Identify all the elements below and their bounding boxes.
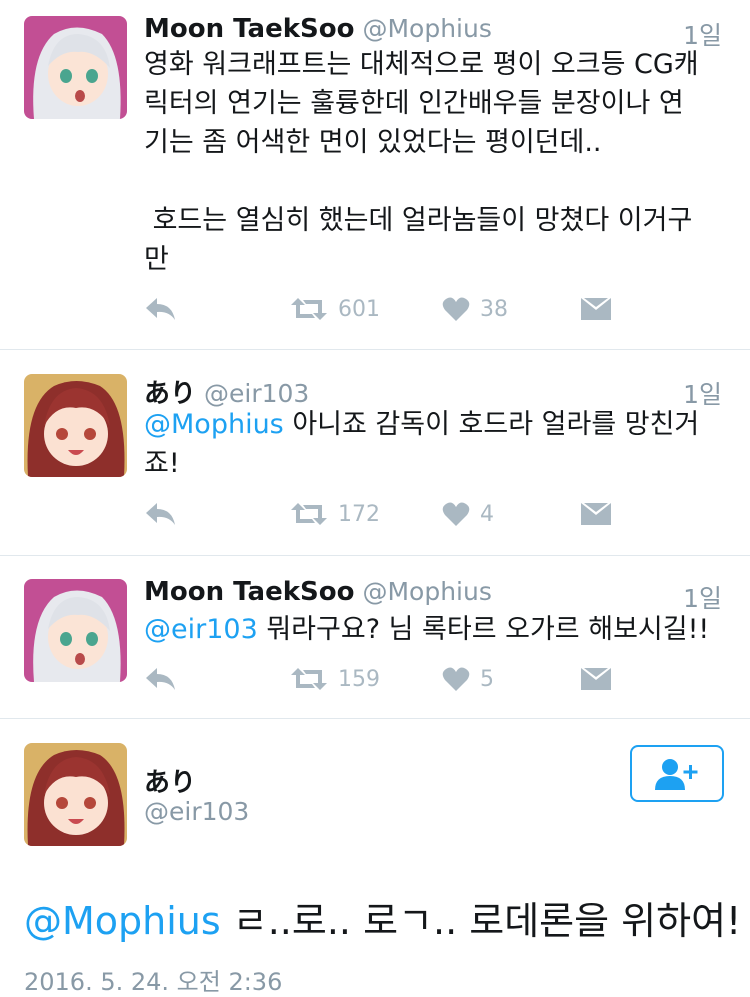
message-icon — [581, 668, 611, 690]
author-handle[interactable]: @Mophius — [362, 14, 491, 43]
retweet-icon — [291, 503, 327, 525]
display-name[interactable]: Moon TaekSoo — [144, 14, 354, 44]
like-icon — [442, 297, 470, 321]
like-button[interactable]: 5 — [442, 666, 494, 692]
retweet-button[interactable]: 159 — [290, 666, 380, 692]
message-button[interactable] — [580, 296, 612, 322]
reply-button[interactable] — [144, 501, 178, 527]
avatar[interactable] — [24, 579, 127, 682]
mention-link[interactable]: @eir103 — [144, 614, 258, 645]
tweet-timestamp[interactable]: 2016. 5. 24. 오전 2:36 — [24, 962, 282, 997]
like-icon — [442, 502, 470, 526]
tweet-text: @Mophius ㄹ..로.. 로ㄱ.. 로데론을 위하여! — [24, 890, 741, 945]
message-button[interactable] — [580, 666, 612, 692]
like-button[interactable]: 38 — [442, 296, 508, 322]
tweet-text: @Mophius 아니죠 감독이 호드라 얼라를 망친거 죠! — [144, 405, 724, 483]
tweet-body: ㄹ..로.. 로ㄱ.. 로데론을 위하여! — [220, 899, 742, 943]
tweet-actions: 601 38 — [144, 296, 724, 330]
retweet-button[interactable]: 172 — [290, 501, 380, 527]
divider — [0, 555, 750, 556]
author-name[interactable]: あり — [144, 762, 196, 799]
like-button[interactable]: 4 — [442, 501, 494, 527]
tweet-actions: 159 5 — [144, 666, 724, 700]
author-handle[interactable]: @eir103 — [144, 797, 249, 826]
message-icon — [581, 298, 611, 320]
divider — [0, 349, 750, 350]
tweet-body: 뭐라구요? 님 록타르 오가르 해보시길!! — [257, 614, 710, 645]
mention-link[interactable]: @Mophius — [24, 899, 221, 943]
reply-button[interactable] — [144, 296, 178, 322]
message-icon — [581, 503, 611, 525]
retweet-button[interactable]: 601 — [290, 296, 380, 322]
reply-icon — [146, 668, 175, 690]
divider — [0, 718, 750, 719]
tweet-text: 영화 워크래프트는 대체적으로 평이 오크등 CG캐 릭터의 연기는 훌륭한데 … — [144, 45, 724, 279]
author-name[interactable]: Moon TaekSoo @Mophius — [144, 577, 492, 607]
display-name[interactable]: Moon TaekSoo — [144, 577, 354, 607]
tweet-text: @eir103 뭐라구요? 님 록타르 오가르 해보시길!! — [144, 610, 724, 649]
reply-button[interactable] — [144, 666, 178, 692]
retweet-count: 159 — [338, 666, 380, 692]
avatar[interactable] — [24, 374, 127, 477]
avatar[interactable] — [24, 16, 127, 119]
retweet-icon — [291, 668, 327, 690]
tweet-body: 영화 워크래프트는 대체적으로 평이 오크등 CG캐 릭터의 연기는 훌륭한데 … — [144, 49, 699, 275]
author-handle[interactable]: @eir103 — [204, 379, 309, 408]
avatar[interactable] — [24, 743, 127, 846]
reply-icon — [146, 503, 175, 525]
reply-icon — [146, 298, 175, 320]
like-count: 4 — [480, 501, 494, 527]
message-button[interactable] — [580, 501, 612, 527]
tweet-actions: 172 4 — [144, 501, 724, 535]
like-icon — [442, 667, 470, 691]
retweet-icon — [291, 298, 327, 320]
like-count: 5 — [480, 666, 494, 692]
retweet-count: 601 — [338, 296, 380, 322]
mention-link[interactable]: @Mophius — [144, 409, 284, 440]
follow-icon — [655, 758, 698, 790]
author-handle[interactable]: @Mophius — [362, 577, 491, 606]
follow-button[interactable] — [630, 745, 724, 802]
author-name[interactable]: Moon TaekSoo @Mophius — [144, 14, 492, 44]
retweet-count: 172 — [338, 501, 380, 527]
like-count: 38 — [480, 296, 508, 322]
